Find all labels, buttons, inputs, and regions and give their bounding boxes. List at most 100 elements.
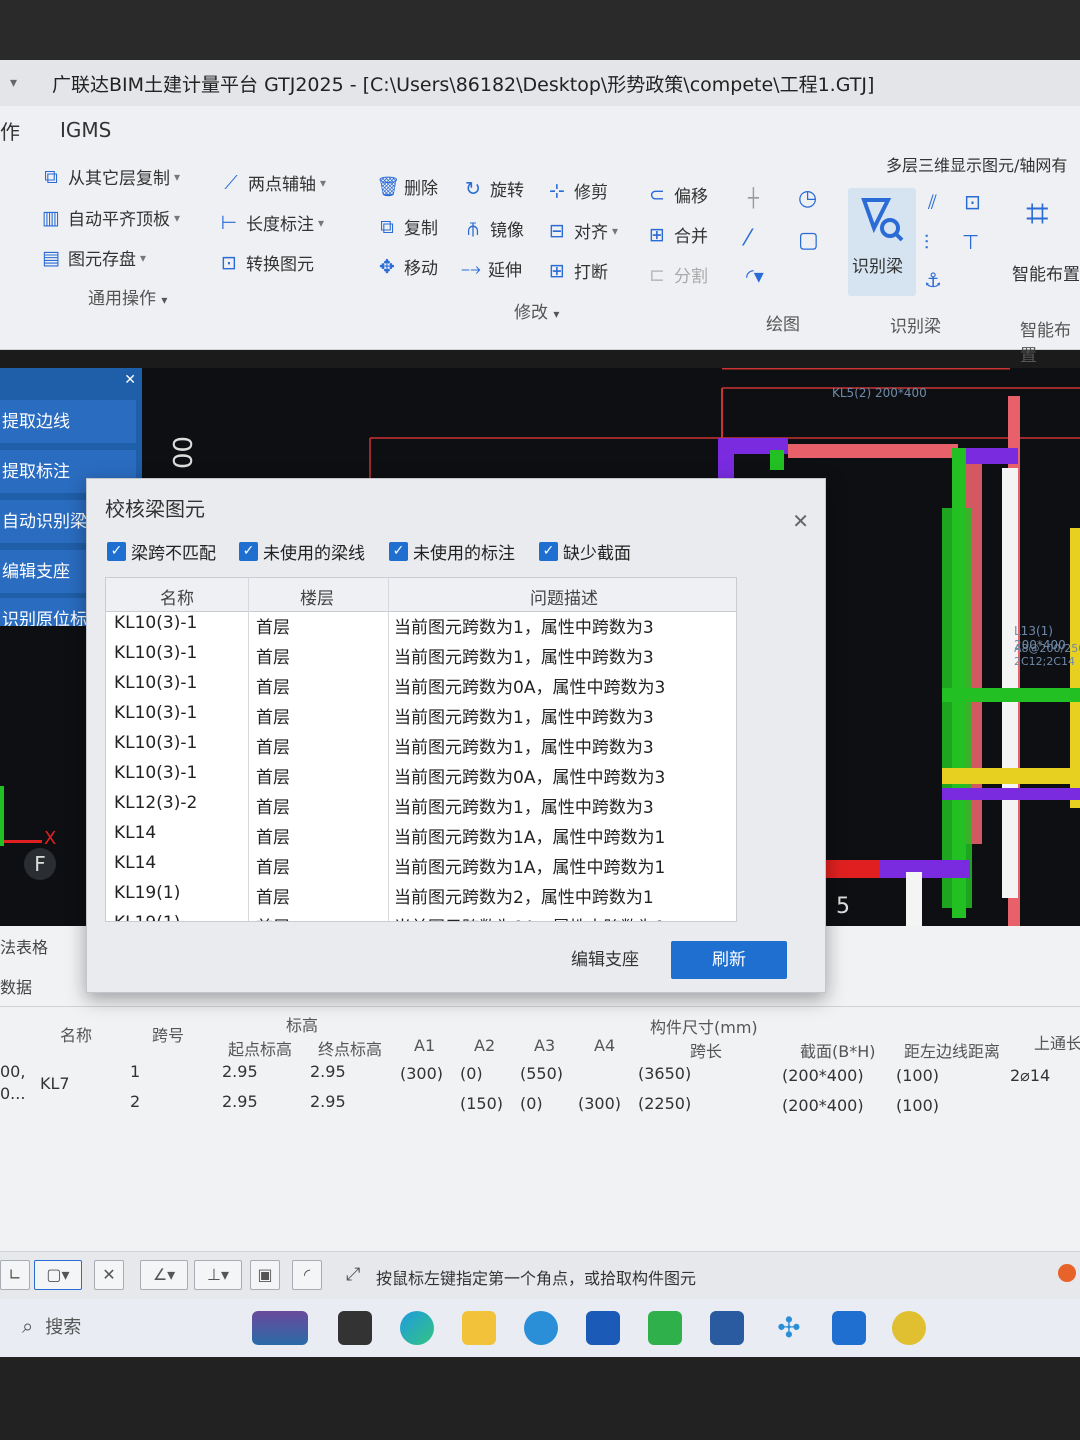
refresh-button[interactable]: 刷新 <box>671 941 787 979</box>
convert-element-button[interactable]: ⊡ 转换图元 <box>218 250 314 276</box>
clock-icon[interactable]: ◷ <box>798 186 817 211</box>
rectangle-icon[interactable]: ▢ <box>798 228 819 253</box>
split-button[interactable]: ⊏ 分割 <box>646 262 708 288</box>
two-point-axis-button[interactable]: ⟋ 两点辅轴 ▾ <box>220 170 326 196</box>
element-save-button[interactable]: ▤ 图元存盘 ▾ <box>40 245 146 271</box>
canvas-faint-text: KL5(2) 200*400 <box>832 386 927 400</box>
check-span-mismatch[interactable]: ✓ 梁跨不匹配 <box>107 539 216 564</box>
widget-icon[interactable] <box>252 1311 308 1345</box>
axis-icon: ⟋ <box>224 171 238 194</box>
table-row[interactable]: KL10(3)-1 首层 当前图元跨数为1，属性中跨数为3 <box>106 728 736 758</box>
grid-axis-number: 5 <box>836 894 850 919</box>
dimension-label-00: 00 <box>166 436 196 470</box>
copy-button[interactable]: ⧉ 复制 <box>376 214 438 240</box>
music-app-icon[interactable] <box>892 1311 926 1345</box>
table-tab-label[interactable]: 法表格 <box>0 934 48 958</box>
checkbox-checked-icon: ✓ <box>239 542 258 561</box>
table-row[interactable]: KL10(3)-1 首层 当前图元跨数为0A，属性中跨数为3 <box>106 758 736 788</box>
tool-icon-c[interactable]: ⫶ <box>924 230 929 254</box>
table-row[interactable]: KL14 首层 当前图元跨数为1A，属性中跨数为1 <box>106 818 736 848</box>
group-smart-label: 智能布置 <box>1020 321 1071 366</box>
header-desc[interactable]: 问题描述 <box>530 584 598 609</box>
table-row[interactable]: KL12(3)-2 首层 当前图元跨数为1，属性中跨数为3 <box>106 788 736 818</box>
tool-icon-a[interactable]: ⫽ <box>928 190 937 214</box>
tool-app-icon[interactable]: ✣ <box>772 1311 806 1345</box>
app-menu-icon[interactable]: ▾ <box>10 75 26 91</box>
extend-icon: ⤍ <box>461 257 481 280</box>
close-icon[interactable]: ✕ <box>124 372 136 388</box>
issue-grid: 名称 楼层 问题描述 KL10(3)-1 首层 当前图元跨数为1，属性中跨数为3 K… <box>105 577 737 922</box>
align-button[interactable]: ⊟ 对齐 ▾ <box>546 218 618 244</box>
status-hint: 按鼠标左键指定第一个角点，或拾取构件图元 <box>376 1269 697 1288</box>
gtj-app-icon[interactable] <box>832 1311 866 1345</box>
group-general-label[interactable]: 通用操作 ▾ <box>88 284 167 309</box>
cad-app-icon[interactable] <box>710 1311 744 1345</box>
arc-mode-button[interactable]: ◜ <box>292 1260 322 1290</box>
table-tab-data[interactable]: 数据 <box>0 974 32 998</box>
offset-button[interactable]: ⊂ 偏移 <box>646 182 708 208</box>
app-green-icon[interactable] <box>648 1311 682 1345</box>
cell-cut: 0... <box>0 1084 26 1103</box>
step-extract-edge[interactable]: 提取边线 <box>0 400 136 444</box>
table-row[interactable]: KL10(3)-1 首层 当前图元跨数为1，属性中跨数为3 <box>106 638 736 668</box>
copy-from-floor-button[interactable]: ⧉ 从其它层复制 ▾ <box>40 164 180 190</box>
dimension-icon: ⊢ <box>220 211 238 234</box>
extend-button[interactable]: ⤍ 延伸 <box>460 256 522 282</box>
title-bar: ▾ 广联达BIM土建计量平台 GTJ2025 - [C:\Users\86182… <box>0 60 1080 106</box>
length-dim-button[interactable]: ⊢ 长度标注 ▾ <box>218 210 324 236</box>
table-row[interactable]: KL19(1)首层当前图元跨数为0A，属性中跨数为1 <box>106 908 736 921</box>
mirror-button[interactable]: ⫚ 镜像 <box>462 216 524 242</box>
table-row[interactable]: KL14 首层 当前图元跨数为1A，属性中跨数为1 <box>106 848 736 878</box>
menu-item-igms[interactable]: IGMS <box>60 118 111 142</box>
check-unused-label[interactable]: ✓ 未使用的标注 <box>389 539 515 564</box>
menu-item-work[interactable]: 作 <box>0 116 20 145</box>
col-span-len: 跨长 <box>690 1042 723 1061</box>
smart-layout-button[interactable]: 智能布置 <box>1012 260 1080 285</box>
move-button[interactable]: ✥ 移动 <box>376 254 438 280</box>
edge-browser-icon[interactable] <box>400 1311 434 1345</box>
delete-button[interactable]: 🗑 删除 <box>376 174 438 200</box>
file-explorer-icon[interactable] <box>462 1311 496 1345</box>
axis-f-label[interactable]: F <box>24 848 56 880</box>
table-row[interactable]: KL10(3)-1 首层 当前图元跨数为0A，属性中跨数为3 <box>106 668 736 698</box>
ortho-button[interactable]: ∟ <box>0 1260 30 1290</box>
ribbon: ⧉ 从其它层复制 ▾ ▥ 自动平齐顶板 ▾ ▤ 图元存盘 ▾ ⟋ 两点辅轴 ▾ ⊢ 长度标注 ▾ ⊡… <box>0 150 1080 366</box>
notification-icon[interactable] <box>1058 1264 1076 1282</box>
col-a4: A4 <box>594 1036 616 1055</box>
task-view-icon[interactable] <box>338 1311 372 1345</box>
point-icon[interactable]: ┼ <box>748 188 759 209</box>
arc-icon[interactable]: ◜▾ <box>746 264 764 288</box>
trim-button[interactable]: ⊹ 修剪 <box>546 178 608 204</box>
cross-select-button[interactable]: ✕ <box>94 1260 124 1290</box>
header-name[interactable]: 名称 <box>160 584 194 609</box>
merge-button[interactable]: ⊞ 合并 <box>646 222 708 248</box>
auto-align-slab-button[interactable]: ▥ 自动平齐顶板 ▾ <box>40 205 180 231</box>
identify-beam-button[interactable]: 识别梁 <box>848 188 916 296</box>
line-icon[interactable]: ⁄ <box>746 226 750 251</box>
tool-icon-e[interactable]: ⚓ <box>924 268 942 292</box>
edit-support-button[interactable]: 编辑支座 <box>555 941 655 979</box>
trim-icon: ⊹ <box>549 179 565 202</box>
snap-button[interactable]: ⊥▾ <box>194 1260 242 1290</box>
break-button[interactable]: ⊞ 打断 <box>546 258 608 284</box>
table-row[interactable]: KL10(3)-1 首层 当前图元跨数为1，属性中跨数为3 <box>106 608 736 638</box>
close-icon[interactable]: ✕ <box>792 509 809 533</box>
angle-button[interactable]: ∠▾ <box>140 1260 188 1290</box>
tool-icon-d[interactable]: ⊤ <box>962 230 979 254</box>
cell-beam-name[interactable]: KL7 <box>40 1074 70 1093</box>
check-missing-section[interactable]: ✓ 缺少截面 <box>539 539 631 564</box>
tool-icon-b[interactable]: ⊡ <box>964 190 981 214</box>
store-icon[interactable] <box>586 1311 620 1345</box>
taskbar-search[interactable]: ⌕ 搜索 <box>22 1313 81 1339</box>
header-floor[interactable]: 楼层 <box>300 584 334 609</box>
select-rect-button[interactable]: ▢▾ <box>34 1260 82 1290</box>
grid-snap-button[interactable]: ▣ <box>250 1260 280 1290</box>
table-row[interactable]: KL19(1) 首层 当前图元跨数为2，属性中跨数为1 <box>106 878 736 908</box>
rotate-button[interactable]: ↻ 旋转 <box>462 176 524 202</box>
table-row[interactable]: KL10(3)-1 首层 当前图元跨数为1，属性中跨数为3 <box>106 698 736 728</box>
check-unused-beam-line[interactable]: ✓ 未使用的梁线 <box>239 539 365 564</box>
browser-icon[interactable] <box>524 1311 558 1345</box>
ribbon-right-header[interactable]: 多层三维显示图元/轴网有 <box>886 152 1067 176</box>
menu-bar: 作 IGMS <box>0 106 1080 154</box>
group-modify-label[interactable]: 修改 ▾ <box>514 298 559 323</box>
